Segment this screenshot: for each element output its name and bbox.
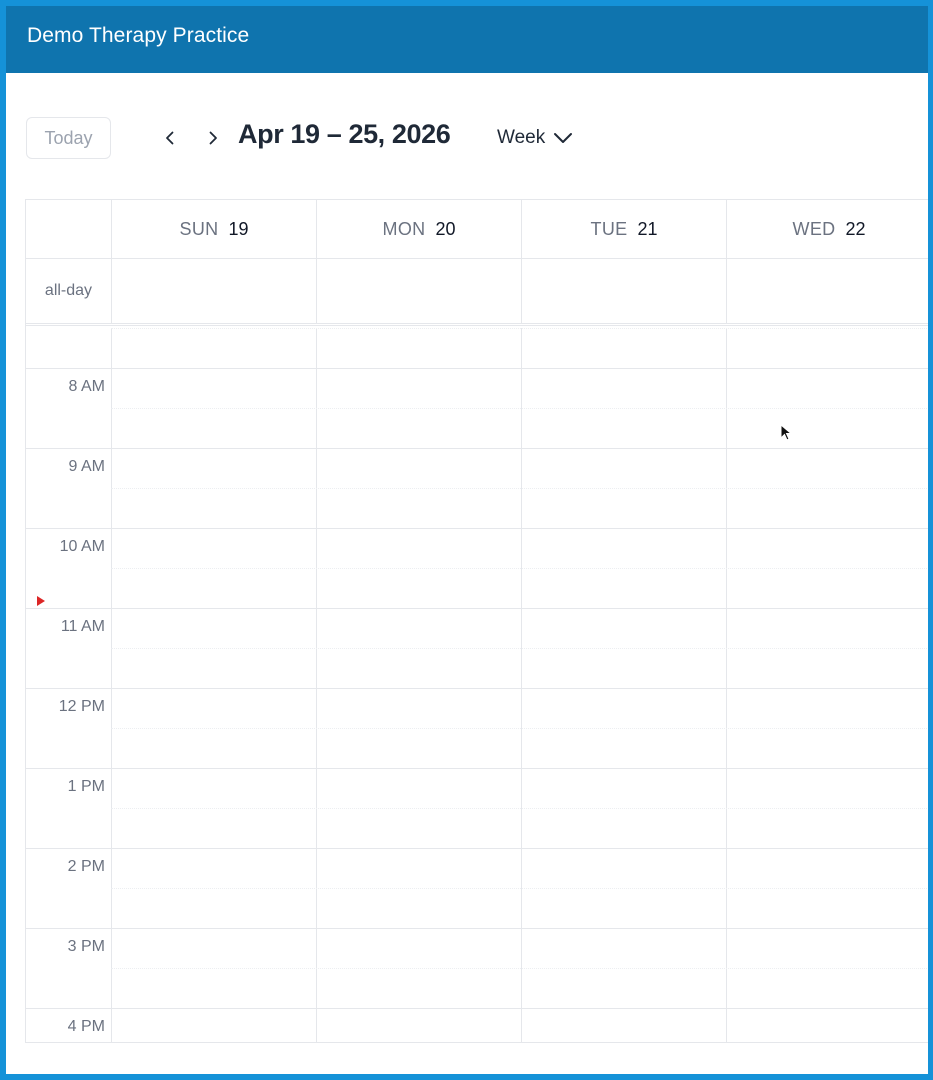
view-select-label: Week: [497, 127, 546, 148]
day-name: WED: [792, 218, 836, 239]
hour-line: [26, 768, 928, 769]
column-divider: [111, 328, 112, 1042]
app-header: Demo Therapy Practice: [6, 6, 928, 73]
now-indicator-icon: [37, 596, 45, 606]
time-label: 2 PM: [67, 858, 105, 875]
day-name: TUE: [590, 218, 628, 239]
half-hour-line: [111, 648, 928, 649]
time-grid[interactable]: 8 AM 9 AM 10 AM 11 AM 12 PM 1 PM 2 PM 3 PM 4 PM: [26, 328, 928, 1042]
day-name: MON: [382, 218, 426, 239]
hour-line: [26, 848, 928, 849]
hour-line: [26, 448, 928, 449]
view-select[interactable]: Week: [497, 124, 573, 152]
all-day-cell[interactable]: [316, 259, 521, 323]
half-hour-line: [111, 808, 928, 809]
day-number: 20: [435, 218, 456, 239]
day-header-sun[interactable]: SUN 19: [111, 200, 316, 258]
hour-line: [26, 928, 928, 929]
app-window: Demo Therapy Practice Today Apr 19 – 25,…: [0, 0, 933, 1080]
half-hour-line: [111, 728, 928, 729]
chevron-left-icon: [166, 131, 174, 145]
day-number: 22: [845, 218, 866, 239]
hour-line: [26, 1008, 928, 1009]
hour-line: [26, 368, 928, 369]
all-day-label: all-day: [44, 282, 93, 299]
half-hour-line: [111, 488, 928, 489]
half-hour-line: [111, 328, 928, 329]
app-title: Demo Therapy Practice: [27, 24, 250, 47]
column-divider: [521, 328, 522, 1042]
all-day-cell[interactable]: [726, 259, 928, 323]
column-divider: [316, 328, 317, 1042]
hour-line: [26, 528, 928, 529]
day-header-tue[interactable]: TUE 21: [521, 200, 726, 258]
time-label: 8 AM: [68, 378, 105, 395]
time-label: 11 AM: [60, 618, 105, 635]
all-day-row: all-day: [26, 259, 928, 326]
day-number: 19: [228, 218, 249, 239]
day-header-wed[interactable]: WED 22: [726, 200, 928, 258]
chevron-down-icon: [554, 133, 573, 143]
week-calendar: SUN 19 MON 20 TUE 21 WED 22 all-day 8 AM…: [25, 199, 928, 1043]
prev-week-button[interactable]: [156, 124, 184, 152]
half-hour-line: [111, 408, 928, 409]
time-label: 10 AM: [59, 538, 105, 555]
day-header-mon[interactable]: MON 20: [316, 200, 521, 258]
hour-line: [26, 688, 928, 689]
day-name: SUN: [179, 218, 219, 239]
today-button[interactable]: Today: [26, 117, 111, 159]
day-number: 21: [637, 218, 658, 239]
half-hour-line: [111, 568, 928, 569]
all-day-cell[interactable]: [111, 259, 316, 323]
time-label: 1 PM: [67, 778, 105, 795]
time-label: 4 PM: [67, 1018, 105, 1035]
time-label: 12 PM: [58, 698, 105, 715]
half-hour-line: [111, 968, 928, 969]
next-week-button[interactable]: [199, 124, 227, 152]
mouse-cursor-icon: [780, 424, 792, 441]
hour-line: [26, 608, 928, 609]
date-range-title: Apr 19 – 25, 2026: [238, 119, 451, 149]
half-hour-line: [111, 888, 928, 889]
all-day-cell[interactable]: [521, 259, 726, 323]
column-divider: [726, 328, 727, 1042]
day-header-row: SUN 19 MON 20 TUE 21 WED 22: [26, 200, 928, 259]
time-label: 3 PM: [67, 938, 105, 955]
chevron-right-icon: [209, 131, 217, 145]
time-label: 9 AM: [68, 458, 105, 475]
